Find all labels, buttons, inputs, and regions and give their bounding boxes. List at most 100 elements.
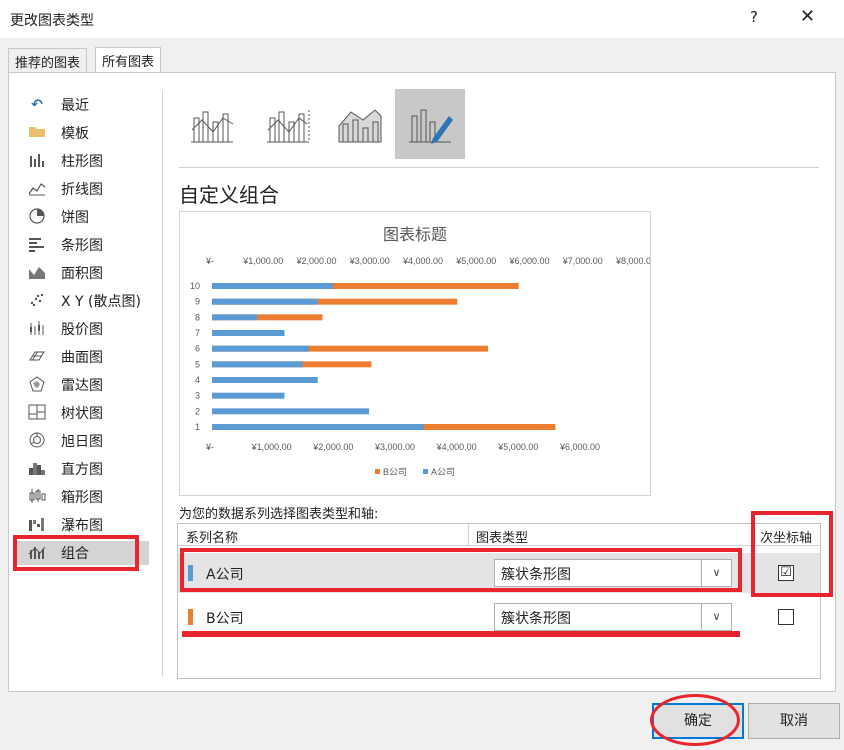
sidebar-item-scatter[interactable]: X Y (散点图) [27, 289, 152, 313]
sidebar-item-bar[interactable]: 条形图 [27, 233, 152, 257]
highlight-row-a [180, 548, 742, 592]
category-tick-label: 4 [195, 375, 200, 385]
sidebar-item-treemap[interactable]: 树状图 [27, 401, 152, 425]
secondary-axis-tick-label: ¥- [205, 256, 214, 266]
sidebar-item-area[interactable]: 面积图 [27, 261, 152, 285]
category-tick-label: 1 [195, 422, 200, 432]
undo-icon: ↶ [31, 97, 43, 113]
series-name: B公司 [206, 611, 244, 627]
tab-strip: 推荐的图表 所有图表 [0, 38, 844, 72]
secondary-axis-tick-label: ¥2,000.00 [295, 256, 336, 266]
sidebar-item-label: 饼图 [61, 210, 89, 226]
stacked-area-column-icon [338, 109, 382, 143]
sidebar-item-surface[interactable]: 曲面图 [27, 345, 152, 369]
secondary-axis-tick-label: ¥6,000.00 [508, 256, 549, 266]
secondary-axis-tick-label: ¥7,000.00 [562, 256, 603, 266]
legend-swatch-a [423, 469, 428, 474]
sidebar-item-radar[interactable]: 雷达图 [27, 373, 152, 397]
primary-axis-tick-label: ¥1,000.00 [251, 442, 292, 452]
subtype-clustered-column-line-secondary[interactable] [253, 89, 323, 159]
line-chart-icon [27, 180, 47, 198]
help-button[interactable]: ? [750, 8, 758, 26]
sidebar-item-label: 雷达图 [61, 378, 103, 394]
sidebar-item-label: 瀑布图 [61, 518, 103, 534]
sidebar-item-label: 树状图 [61, 406, 103, 422]
underline-row-b [182, 631, 740, 637]
sidebar-item-column[interactable]: 柱形图 [27, 149, 152, 173]
category-tick-label: 3 [195, 391, 200, 401]
category-tick-label: 6 [195, 344, 200, 354]
secondary-axis-checkbox[interactable] [778, 609, 794, 625]
category-tick-label: 5 [195, 359, 200, 369]
legend-label-b: B公司 [383, 467, 407, 477]
sidebar-item-recent[interactable]: ↶ 最近 [27, 93, 152, 117]
chevron-down-icon[interactable]: ∨ [701, 604, 731, 630]
surface-chart-icon [27, 348, 47, 366]
column-chart-icon [27, 152, 47, 170]
waterfall-chart-icon [27, 516, 47, 534]
sidebar-item-label: 箱形图 [61, 490, 103, 506]
chart-title: 图表标题 [383, 226, 447, 244]
subtype-custom-combo[interactable] [395, 89, 465, 159]
dialog-title: 更改图表类型 [10, 13, 94, 29]
primary-axis-tick-label: ¥3,000.00 [374, 442, 415, 452]
sidebar-item-stock[interactable]: 股价图 [27, 317, 152, 341]
cancel-button[interactable]: 取消 [748, 703, 840, 739]
subtype-clustered-column-line[interactable] [177, 89, 247, 159]
clustered-column-line-secondary-icon [267, 110, 310, 143]
bar-a [212, 330, 285, 336]
secondary-axis-tick-label: ¥5,000.00 [455, 256, 496, 266]
header-series-name: 系列名称 [186, 531, 239, 546]
chart-type-select[interactable]: 簇状条形图 ∨ [494, 603, 732, 631]
secondary-axis-tick-label: ¥4,000.00 [402, 256, 443, 266]
category-tick-label: 10 [190, 281, 200, 291]
sidebar-item-line[interactable]: 折线图 [27, 177, 152, 201]
dialog-content: ↶ 最近 模板 柱形图 折线图 饼图 条形图 面积图 X Y (散点图) 股价图… [8, 72, 836, 692]
bar-a [212, 392, 285, 399]
sidebar-item-waterfall[interactable]: 瀑布图 [27, 513, 152, 537]
folder-icon [27, 124, 47, 142]
category-tick-label: 8 [195, 312, 200, 322]
bar-a [212, 424, 424, 430]
legend-swatch-b [375, 469, 380, 474]
close-button[interactable]: ✕ [800, 6, 815, 27]
sidebar-item-label: 面积图 [61, 266, 103, 282]
sidebar-item-templates[interactable]: 模板 [27, 121, 152, 145]
bar-a [212, 298, 318, 305]
assign-label: 为您的数据系列选择图表类型和轴: [179, 507, 379, 522]
custom-combo-icon [409, 109, 453, 144]
sidebar-item-label: 条形图 [61, 238, 103, 254]
sidebar-item-sunburst[interactable]: 旭日图 [27, 429, 152, 453]
primary-axis-tick-label: ¥2,000.00 [312, 442, 353, 452]
chart-type-value: 簇状条形图 [501, 611, 571, 627]
chart-preview: 图表标题 ¥- ¥1,000.00 ¥2,000.00 ¥3,000.00 ¥4,000.… [179, 211, 656, 496]
subtype-stacked-area-column[interactable] [325, 89, 395, 159]
histogram-chart-icon [27, 460, 47, 478]
sunburst-chart-icon [27, 432, 47, 450]
sidebar-divider [162, 91, 163, 676]
sidebar-item-box[interactable]: 箱形图 [27, 485, 152, 509]
bar-a [212, 408, 370, 415]
primary-axis-tick-label: ¥4,000.00 [436, 442, 477, 452]
sidebar-item-histogram[interactable]: 直方图 [27, 457, 152, 481]
sidebar-item-pie[interactable]: 饼图 [27, 205, 152, 229]
tab-all-charts[interactable]: 所有图表 [95, 47, 162, 72]
sidebar-item-label: 旭日图 [61, 434, 103, 450]
subtype-divider [179, 167, 819, 168]
secondary-axis-tick-label: ¥3,000.00 [349, 256, 390, 266]
highlight-ok-ellipse [650, 694, 740, 746]
primary-axis-tick-label: ¥6,000.00 [559, 442, 600, 452]
box-chart-icon [27, 488, 47, 506]
secondary-axis-tick-label: ¥1,000.00 [242, 256, 283, 266]
bar-a [212, 283, 333, 289]
highlight-combo [13, 535, 139, 571]
title-bar: 更改图表类型 ? ✕ [0, 0, 844, 38]
sidebar-item-label: 曲面图 [61, 350, 103, 366]
series-color-swatch [188, 609, 193, 625]
primary-axis-tick-label: ¥5,000.00 [497, 442, 538, 452]
header-chart-type: 图表类型 [476, 531, 529, 546]
bar-a [212, 345, 309, 352]
sidebar-item-label: 股价图 [61, 322, 103, 338]
tab-recommended-charts[interactable]: 推荐的图表 [8, 48, 88, 72]
header-separator [468, 524, 469, 546]
